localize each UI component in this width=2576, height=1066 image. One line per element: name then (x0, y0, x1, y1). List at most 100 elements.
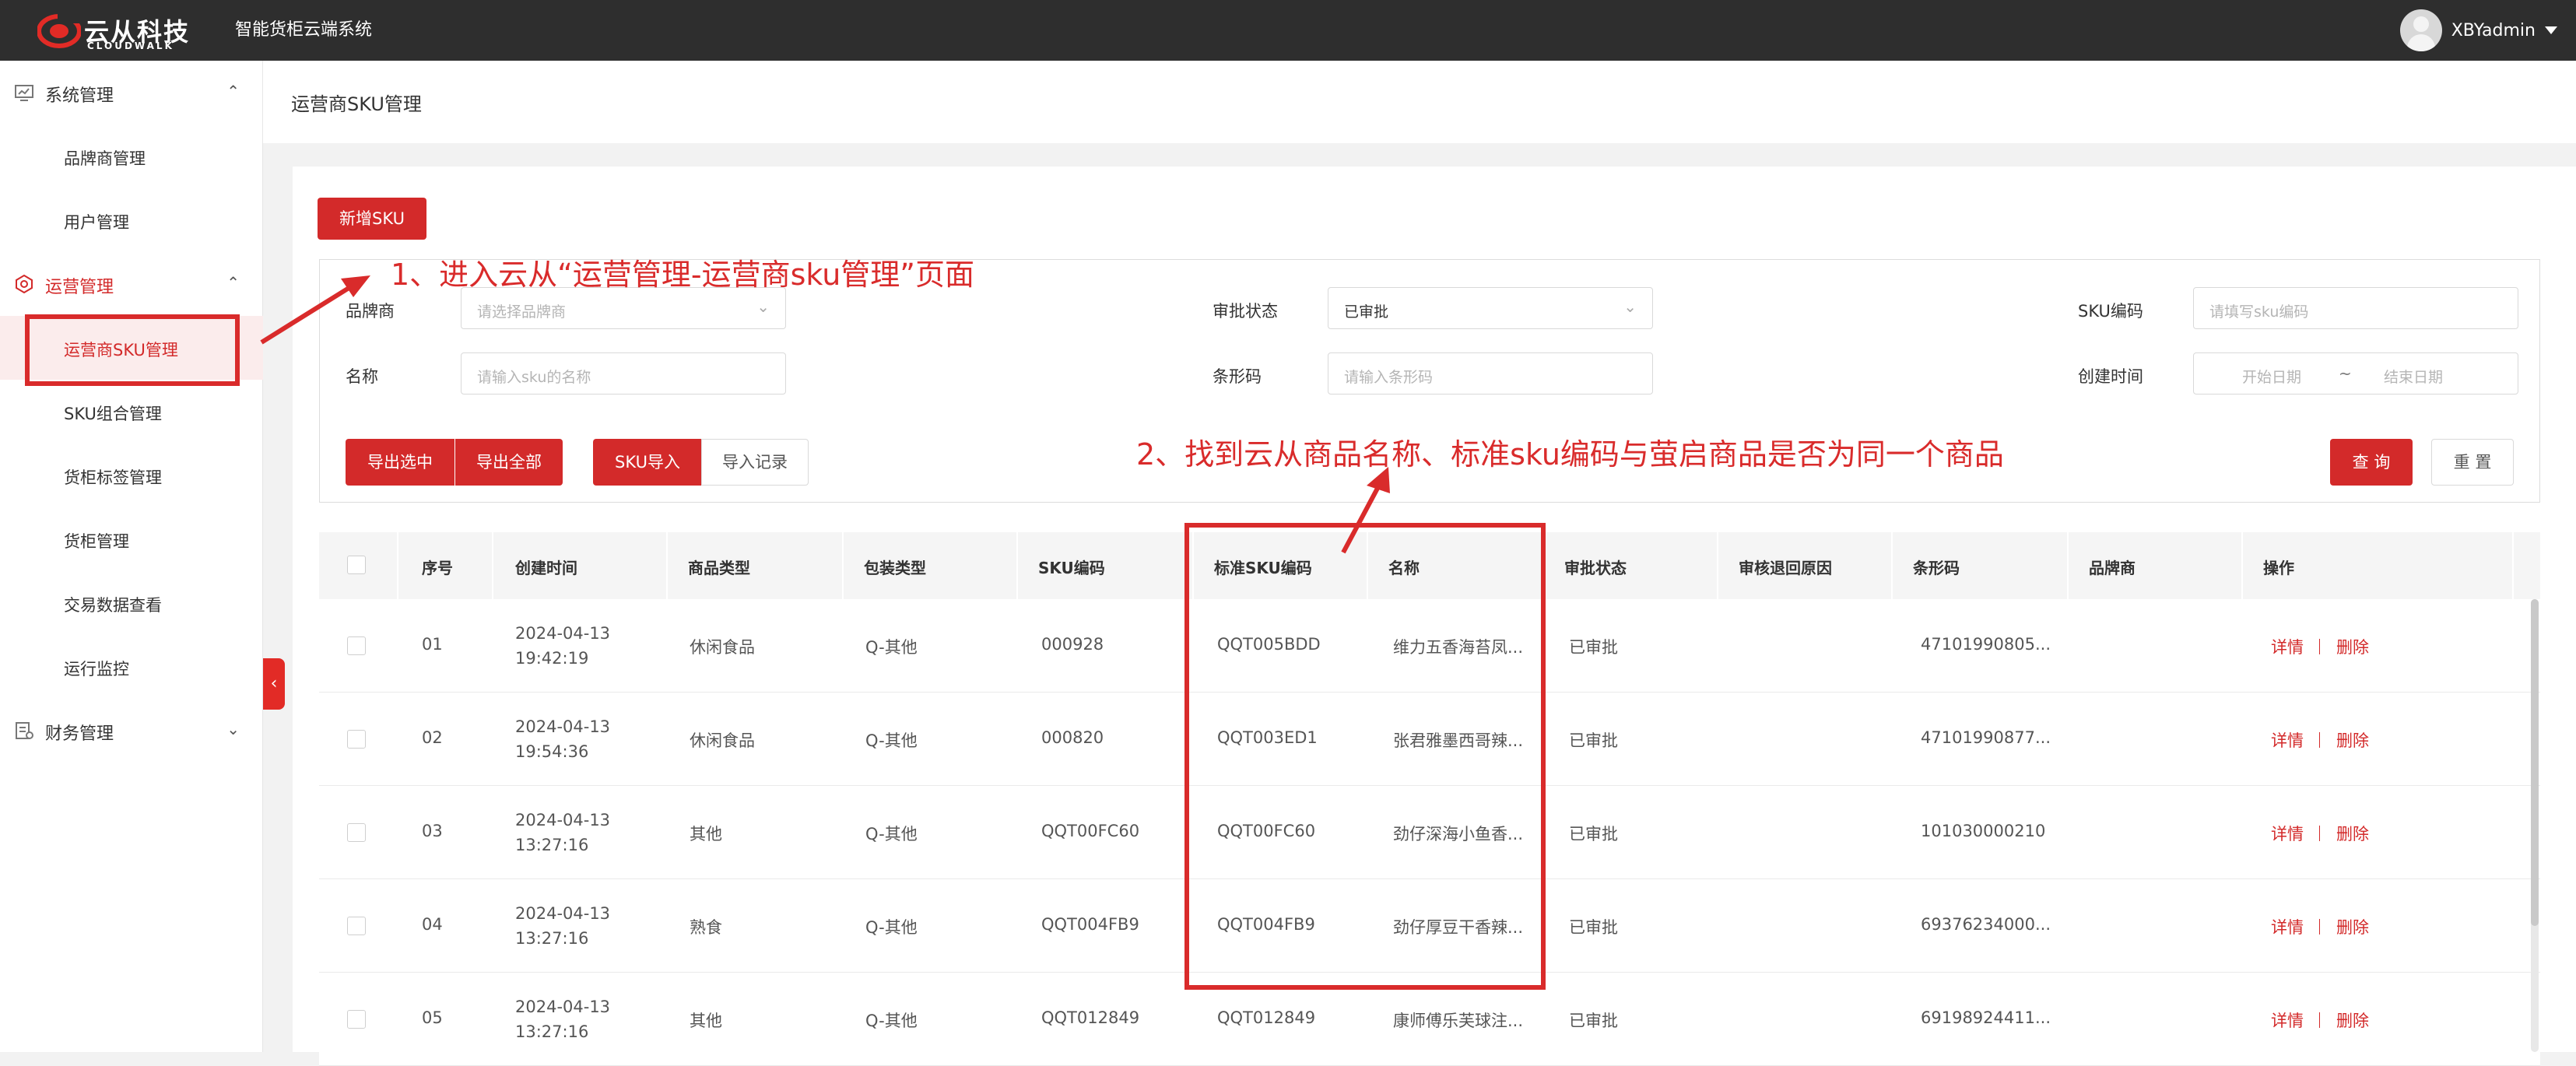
row-checkbox[interactable] (347, 636, 366, 655)
row-checkbox[interactable] (347, 823, 366, 842)
end-date-placeholder[interactable]: 结束日期 (2384, 366, 2443, 387)
chevron-down-icon[interactable]: ⌄ (226, 720, 240, 738)
date-range-separator: ~ (2339, 364, 2352, 383)
highlight-menu-box (25, 314, 240, 386)
cell-created-time: 13:27:16 (515, 1022, 589, 1041)
detail-link[interactable]: 详情 (2271, 1008, 2304, 1032)
gear-icon (16, 275, 33, 293)
action-divider (2319, 919, 2320, 935)
sidebar-group-finance[interactable]: 财务管理 ⌄ (0, 699, 263, 763)
brand-select[interactable]: 请选择品牌商 ⌄ (461, 287, 786, 329)
sidebar-item-brand[interactable]: 品牌商管理 (0, 124, 263, 188)
barcode-input[interactable]: 请输入条形码 (1328, 352, 1653, 394)
barcode-filter-label: 条形码 (1213, 367, 1262, 386)
row-checkbox[interactable] (347, 917, 366, 935)
sidebar-group-label: 系统管理 (45, 86, 114, 106)
export-all-button[interactable]: 导出全部 (455, 439, 563, 486)
column-header-brand: 品牌商 (2089, 559, 2136, 577)
cell-created-time: 13:27:16 (515, 836, 589, 854)
chevron-down-icon: ⌄ (756, 297, 770, 316)
sidebar: 系统管理 ⌃ 品牌商管理 用户管理 运营管理 ⌃ 运营商SKU管理 SKU组合管… (0, 61, 263, 1052)
cell-created-date: 2024-04-13 (515, 904, 611, 923)
cell-sku-code: QQT00FC60 (1041, 822, 1140, 840)
sidebar-group-system[interactable]: 系统管理 ⌃ (0, 61, 263, 124)
select-all-checkbox[interactable] (347, 556, 366, 574)
add-sku-button[interactable]: 新增SKU (318, 198, 426, 240)
name-input[interactable]: 请输入sku的名称 (461, 352, 786, 394)
delete-link[interactable]: 删除 (2336, 915, 2369, 938)
detail-link[interactable]: 详情 (2271, 728, 2304, 752)
cell-product-type: 其他 (690, 1012, 722, 1030)
cell-sku-code: 000928 (1041, 635, 1104, 654)
cell-sku-code: QQT012849 (1041, 1008, 1140, 1027)
import-records-button[interactable]: 导入记录 (701, 439, 809, 486)
date-range-picker[interactable]: 开始日期 ~ 结束日期 (2193, 352, 2518, 394)
cell-package-type: Q-其他 (865, 638, 918, 657)
sidebar-item-transactions[interactable]: 交易数据查看 (0, 571, 263, 635)
chevron-up-icon[interactable]: ⌃ (226, 273, 240, 292)
cell-name: 康师傅乐芙球注... (1393, 1012, 1524, 1030)
monitor-icon (15, 85, 33, 101)
cell-package-type: Q-其他 (865, 731, 918, 750)
logo[interactable]: 云从科技 CLOUDWALK (33, 6, 196, 54)
sidebar-item-label: 品牌商管理 (64, 149, 146, 168)
delete-link[interactable]: 删除 (2336, 728, 2369, 752)
sidebar-group-operations[interactable]: 运营管理 ⌃ (0, 252, 263, 316)
approval-filter-label: 审批状态 (1213, 302, 1278, 321)
row-checkbox[interactable] (347, 1010, 366, 1029)
row-checkbox[interactable] (347, 730, 366, 749)
sku-code-filter-label: SKU编码 (2078, 302, 2143, 321)
sku-import-button[interactable]: SKU导入 (593, 439, 702, 486)
reset-button[interactable]: 重 置 (2431, 439, 2514, 486)
cell-created-date: 2024-04-13 (515, 624, 611, 643)
barcode-placeholder: 请输入条形码 (1344, 369, 1434, 386)
chevron-up-icon[interactable]: ⌃ (226, 82, 240, 100)
sidebar-item-label: 交易数据查看 (64, 596, 162, 615)
cell-barcode: 101030000210 (1921, 822, 2046, 840)
action-divider (2319, 732, 2320, 748)
action-divider (2319, 1012, 2320, 1028)
approval-select[interactable]: 已审批 ⌄ (1328, 287, 1653, 329)
logo-subtext: CLOUDWALK (87, 40, 174, 51)
cell-no: 03 (422, 822, 443, 840)
start-date-placeholder[interactable]: 开始日期 (2242, 366, 2301, 387)
delete-link[interactable]: 删除 (2336, 635, 2369, 658)
cell-barcode: 47101990877... (1921, 728, 2051, 747)
column-header-no: 序号 (422, 559, 453, 577)
user-menu[interactable]: XBYadmin (2399, 6, 2557, 54)
action-divider (2319, 826, 2320, 841)
finance-icon (16, 722, 33, 739)
avatar[interactable] (2399, 9, 2442, 51)
column-header-approval: 审批状态 (1564, 559, 1627, 577)
sidebar-item-users[interactable]: 用户管理 (0, 188, 263, 252)
user-name[interactable]: XBYadmin (2451, 21, 2536, 40)
sidebar-item-sku-combo[interactable]: SKU组合管理 (0, 380, 263, 444)
cell-approval-status: 已审批 (1569, 638, 1618, 657)
sku-code-input[interactable]: 请填写sku编码 (2193, 287, 2518, 329)
sidebar-collapse-icon[interactable]: ‹ (263, 658, 285, 710)
detail-link[interactable]: 详情 (2271, 822, 2304, 845)
column-header-sku-code: SKU编码 (1038, 559, 1105, 577)
caret-down-icon[interactable] (2545, 26, 2557, 34)
delete-link[interactable]: 删除 (2336, 822, 2369, 845)
column-header-package-type: 包装类型 (864, 559, 926, 577)
cell-no: 04 (422, 915, 443, 934)
export-selected-button[interactable]: 导出选中 (346, 439, 454, 486)
sidebar-item-label: SKU组合管理 (64, 405, 162, 423)
cell-approval-status: 已审批 (1569, 1012, 1618, 1030)
sidebar-item-label: 用户管理 (64, 213, 129, 232)
delete-link[interactable]: 删除 (2336, 1008, 2369, 1032)
detail-link[interactable]: 详情 (2271, 915, 2304, 938)
query-button[interactable]: 查 询 (2330, 439, 2413, 486)
sidebar-item-cabinet-tags[interactable]: 货柜标签管理 (0, 444, 263, 507)
chevron-down-icon: ⌄ (1623, 297, 1637, 316)
top-bar: 云从科技 CLOUDWALK 智能货柜云端系统 XBYadmin (0, 0, 2576, 61)
created-time-filter-label: 创建时间 (2078, 367, 2143, 386)
sidebar-group-label: 运营管理 (45, 278, 114, 297)
approval-select-value: 已审批 (1344, 303, 1389, 321)
sidebar-item-cabinets[interactable]: 货柜管理 (0, 507, 263, 571)
detail-link[interactable]: 详情 (2271, 635, 2304, 658)
sidebar-item-monitoring[interactable]: 运行监控 (0, 635, 263, 699)
table-scrollbar-thumb[interactable] (2531, 599, 2539, 926)
cell-package-type: Q-其他 (865, 918, 918, 937)
